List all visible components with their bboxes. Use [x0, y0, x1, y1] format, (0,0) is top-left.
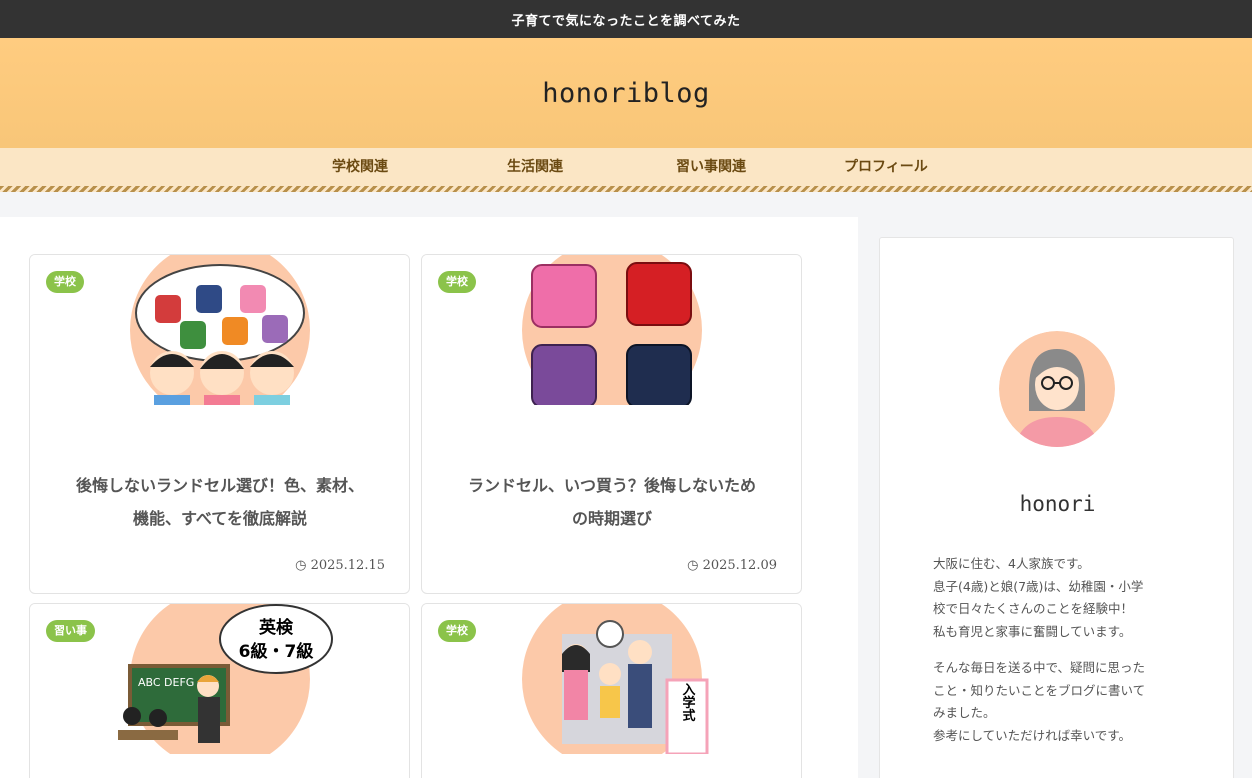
article-card[interactable]: 学校 ランドセル、いつ買う？後悔しないため の時期選び ◷ 2025.12.09	[421, 254, 802, 594]
category-badge[interactable]: 習い事	[46, 620, 95, 642]
svg-text:入学式: 入学式	[680, 683, 696, 723]
clock-icon: ◷	[295, 558, 307, 573]
school-bags-children-illustration-icon	[130, 255, 310, 405]
article-list: 学校 後悔しないランドセル選び！色、素材、 機能、すべてを徹底解説 ◷ 2025…	[0, 217, 858, 778]
svg-text:ABC DEFG: ABC DEFG	[138, 676, 194, 689]
site-tagline-bar: 子育てで気になったことを調べてみた	[0, 0, 1252, 38]
site-tagline: 子育てで気になったことを調べてみた	[511, 13, 741, 29]
svg-text:英検: 英検	[259, 617, 294, 638]
profile-widget: honori 大阪に住む、4人家族です。 息子(4歳)と娘(7歳)は、幼稚園・小…	[879, 237, 1234, 778]
profile-avatar-icon	[999, 331, 1115, 447]
entrance-ceremony-illustration-icon: 入学式	[522, 604, 709, 754]
category-badge[interactable]: 学校	[46, 271, 84, 293]
site-header: honoriblog	[0, 38, 1252, 148]
nav-item-school[interactable]: 学校関連	[332, 148, 388, 188]
article-thumbnail[interactable]	[30, 255, 409, 405]
global-nav: 学校関連 生活関連 習い事関連 プロフィール	[0, 148, 1252, 188]
article-card[interactable]: 入学式 学校	[421, 603, 802, 778]
post-date: ◷ 2025.12.15	[295, 558, 385, 573]
nav-item-lessons[interactable]: 習い事関連	[676, 148, 746, 188]
nav-divider	[0, 186, 1252, 192]
nav-item-profile[interactable]: プロフィール	[844, 148, 928, 188]
profile-bio: そんな毎日を送る中で、疑問に思った こと・知りたいことをブログに書いて みました…	[933, 660, 1146, 743]
profile-bio: 大阪に住む、4人家族です。 息子(4歳)と娘(7歳)は、幼稚園・小学 校で日々た…	[933, 556, 1144, 639]
clock-icon: ◷	[687, 558, 699, 573]
category-badge[interactable]: 学校	[438, 620, 476, 642]
article-thumbnail[interactable]: 入学式	[422, 604, 801, 754]
profile-name: honori	[1019, 492, 1096, 516]
post-date: ◷ 2025.12.09	[687, 558, 777, 573]
article-title[interactable]: 後悔しないランドセル選び！色、素材、 機能、すべてを徹底解説	[50, 469, 390, 535]
svg-text:6級・7級: 6級・7級	[239, 641, 314, 662]
category-badge[interactable]: 学校	[438, 271, 476, 293]
site-title[interactable]: honoriblog	[542, 78, 710, 109]
randoseru-bags-illustration-icon	[522, 255, 702, 405]
article-card[interactable]: ABC DEFG 英検 6級・7級 習い事	[29, 603, 410, 778]
article-title[interactable]: ランドセル、いつ買う？後悔しないため の時期選び	[442, 469, 782, 535]
avatar	[999, 331, 1115, 447]
nav-item-life[interactable]: 生活関連	[507, 148, 563, 188]
article-card[interactable]: 学校 後悔しないランドセル選び！色、素材、 機能、すべてを徹底解説 ◷ 2025…	[29, 254, 410, 594]
article-thumbnail[interactable]	[422, 255, 801, 405]
